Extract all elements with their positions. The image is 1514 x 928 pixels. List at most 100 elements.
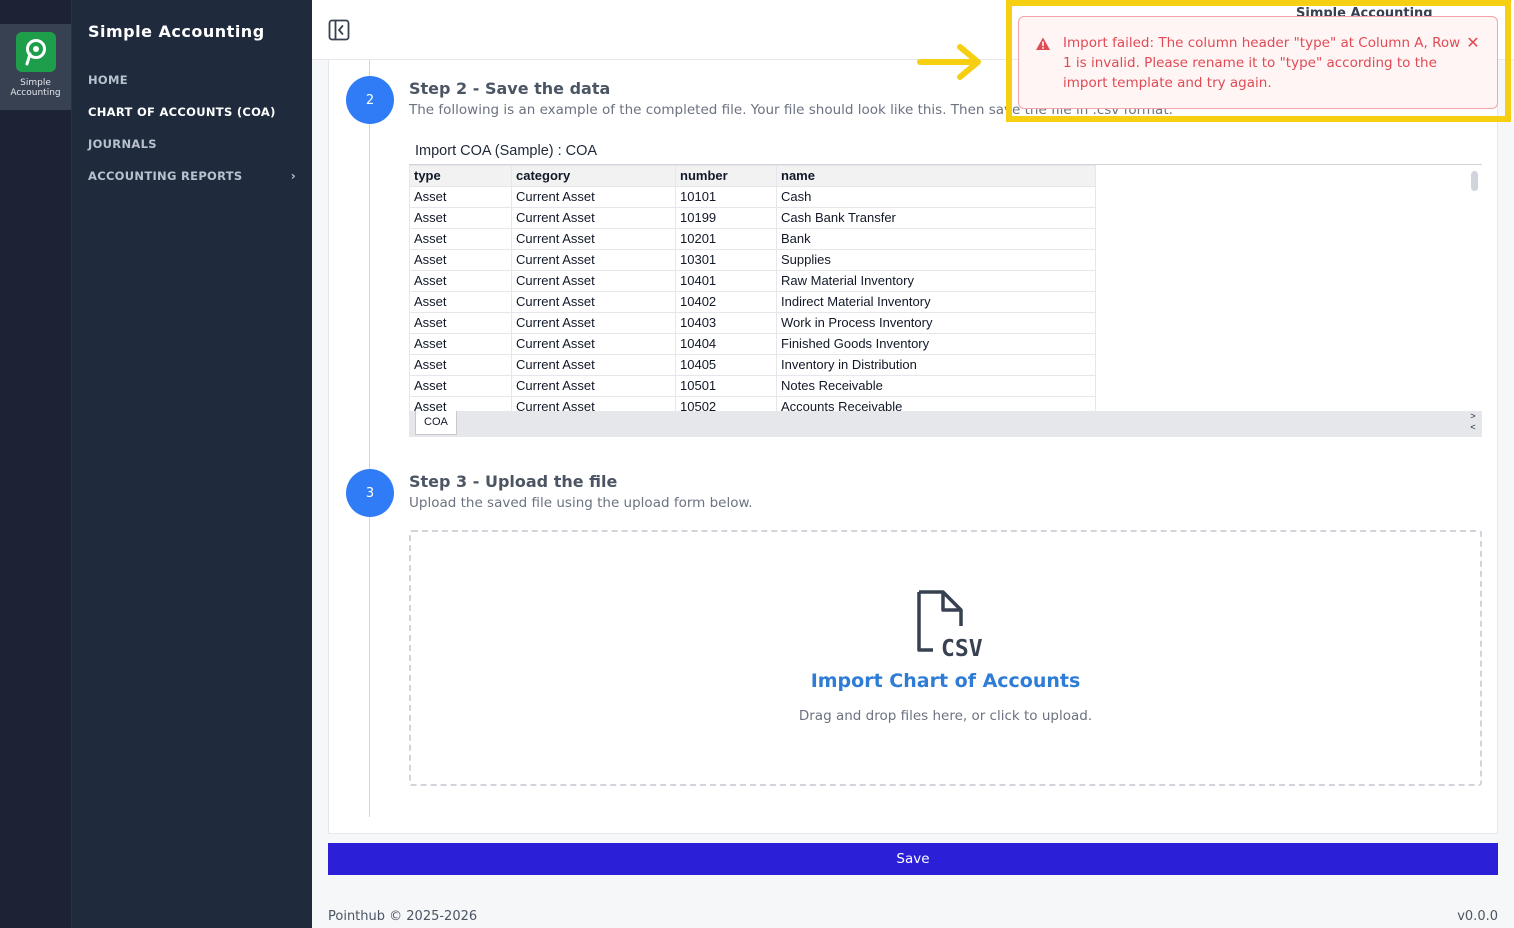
cell-name: Cash Bank Transfer: [776, 207, 1096, 229]
cell-category: Current Asset: [511, 228, 676, 250]
table-row: Asset Current Asset 10403 Work in Proces…: [409, 312, 1096, 334]
cell-category: Current Asset: [511, 207, 676, 229]
table-row: Asset Current Asset 10405 Inventory in D…: [409, 354, 1096, 376]
cell-number: 10199: [675, 207, 777, 229]
cell-category: Current Asset: [511, 249, 676, 271]
upload-title: Import Chart of Accounts: [810, 670, 1081, 692]
cell-type: Asset: [409, 249, 512, 271]
cell-number: 10101: [675, 186, 777, 208]
sidebar: Simple Accounting HOME CHART OF ACCOUNTS…: [72, 0, 312, 928]
sheet-prev-button[interactable]: <: [1468, 422, 1478, 433]
sheet-caption: Import COA (Sample) : COA: [415, 143, 598, 159]
app-switcher-simple-accounting[interactable]: Simple Accounting: [0, 24, 71, 110]
app-switcher-label: Simple Accounting: [10, 78, 61, 98]
svg-text:CSV: CSV: [941, 636, 983, 660]
cell-category: Current Asset: [511, 333, 676, 355]
cell-type: Asset: [409, 228, 512, 250]
step-3-title: Step 3 - Upload the file: [409, 472, 618, 491]
upload-subtitle: Drag and drop files here, or click to up…: [798, 708, 1093, 724]
table-row: Asset Current Asset 10101 Cash: [409, 186, 1096, 208]
sidebar-item-chart-of-accounts[interactable]: CHART OF ACCOUNTS (COA): [72, 96, 312, 128]
sheet-tab-navigation: > <: [1468, 411, 1478, 433]
annotation-arrow-icon: [917, 44, 981, 80]
cell-type: Asset: [409, 354, 512, 376]
sidebar-nav: HOME CHART OF ACCOUNTS (COA) JOURNALS AC…: [72, 64, 312, 192]
sample-spreadsheet: type category number name Asset Current …: [409, 164, 1482, 437]
cell-type: Asset: [409, 333, 512, 355]
chevron-right-icon: ›: [290, 169, 296, 183]
save-button[interactable]: Save: [328, 843, 1498, 875]
file-upload-dropzone[interactable]: CSV Import Chart of Accounts Drag and dr…: [409, 530, 1482, 786]
sidebar-item-label: JOURNALS: [88, 137, 157, 151]
csv-file-icon: CSV: [917, 590, 983, 660]
table-header-row: type category number name: [409, 165, 1096, 187]
sheet-vertical-scrollbar[interactable]: [1471, 171, 1478, 191]
cell-number: 10402: [675, 291, 777, 313]
cell-category: Current Asset: [511, 312, 676, 334]
cell-name: Supplies: [776, 249, 1096, 271]
table-row: Asset Current Asset 10401 Raw Material I…: [409, 270, 1096, 292]
cell-number: 10301: [675, 249, 777, 271]
cell-name: Cash: [776, 186, 1096, 208]
sheet-tab-bar: COA > <: [409, 411, 1482, 437]
cell-type: Asset: [409, 375, 512, 397]
cell-category: Current Asset: [511, 354, 676, 376]
step-timeline: [369, 60, 370, 817]
cell-type: Asset: [409, 291, 512, 313]
table-row: Asset Current Asset 10501 Notes Receivab…: [409, 375, 1096, 397]
cell-number: 10401: [675, 270, 777, 292]
close-icon[interactable]: ✕: [1465, 33, 1481, 53]
cell-type: Asset: [409, 312, 512, 334]
cell-name: Raw Material Inventory: [776, 270, 1096, 292]
column-header-category: category: [511, 165, 676, 187]
cell-category: Current Asset: [511, 375, 676, 397]
sheet-next-button[interactable]: >: [1468, 411, 1478, 422]
footer-copyright: Pointhub © 2025-2026: [328, 909, 478, 924]
cell-category: Current Asset: [511, 291, 676, 313]
topbar-user-name[interactable]: Simple Accounting: [1296, 6, 1496, 16]
sidebar-item-journals[interactable]: JOURNALS: [72, 128, 312, 160]
sidebar-item-label: CHART OF ACCOUNTS (COA): [88, 105, 276, 119]
error-toast: Import failed: The column header "type" …: [1018, 16, 1498, 109]
import-card: 2 Step 2 - Save the data The following i…: [328, 60, 1498, 834]
sidebar-item-home[interactable]: HOME: [72, 64, 312, 96]
table-row: Asset Current Asset 10199 Cash Bank Tran…: [409, 207, 1096, 229]
cell-name: Notes Receivable: [776, 375, 1096, 397]
column-header-type: type: [409, 165, 512, 187]
step-2-title: Step 2 - Save the data: [409, 79, 611, 98]
app-root: Simple Accounting Simple Accounting HOME…: [0, 0, 1514, 928]
table-row: Asset Current Asset 10201 Bank: [409, 228, 1096, 250]
sidebar-title: Simple Accounting: [88, 22, 265, 41]
cell-name: Finished Goods Inventory: [776, 333, 1096, 355]
cell-name: Bank: [776, 228, 1096, 250]
sidebar-collapse-icon: [328, 19, 350, 41]
cell-name: Indirect Material Inventory: [776, 291, 1096, 313]
cell-type: Asset: [409, 207, 512, 229]
error-toast-message: Import failed: The column header "type" …: [1063, 35, 1461, 91]
table-row: Asset Current Asset 10402 Indirect Mater…: [409, 291, 1096, 313]
sidebar-item-label: ACCOUNTING REPORTS: [88, 169, 243, 183]
footer-version: v0.0.0: [1457, 909, 1498, 924]
step-3-badge: 3: [346, 469, 394, 517]
cell-name: Inventory in Distribution: [776, 354, 1096, 376]
cell-number: 10201: [675, 228, 777, 250]
step-2-badge: 2: [346, 76, 394, 124]
cell-name: Work in Process Inventory: [776, 312, 1096, 334]
sheet-tab-coa[interactable]: COA: [415, 411, 457, 435]
sidebar-collapse-button[interactable]: [328, 19, 350, 41]
column-header-number: number: [675, 165, 777, 187]
step-3-description: Upload the saved file using the upload f…: [409, 495, 753, 511]
cell-number: 10501: [675, 375, 777, 397]
cell-number: 10405: [675, 354, 777, 376]
column-header-name: name: [776, 165, 1096, 187]
sidebar-item-accounting-reports[interactable]: ACCOUNTING REPORTS ›: [72, 160, 312, 192]
sidebar-item-label: HOME: [88, 73, 128, 87]
cell-type: Asset: [409, 270, 512, 292]
cell-number: 10404: [675, 333, 777, 355]
sample-table: type category number name Asset Current …: [409, 165, 1096, 418]
table-row: Asset Current Asset 10404 Finished Goods…: [409, 333, 1096, 355]
app-rail: Simple Accounting: [0, 0, 72, 928]
cell-category: Current Asset: [511, 270, 676, 292]
pointhub-logo-icon: [15, 32, 56, 72]
cell-category: Current Asset: [511, 186, 676, 208]
